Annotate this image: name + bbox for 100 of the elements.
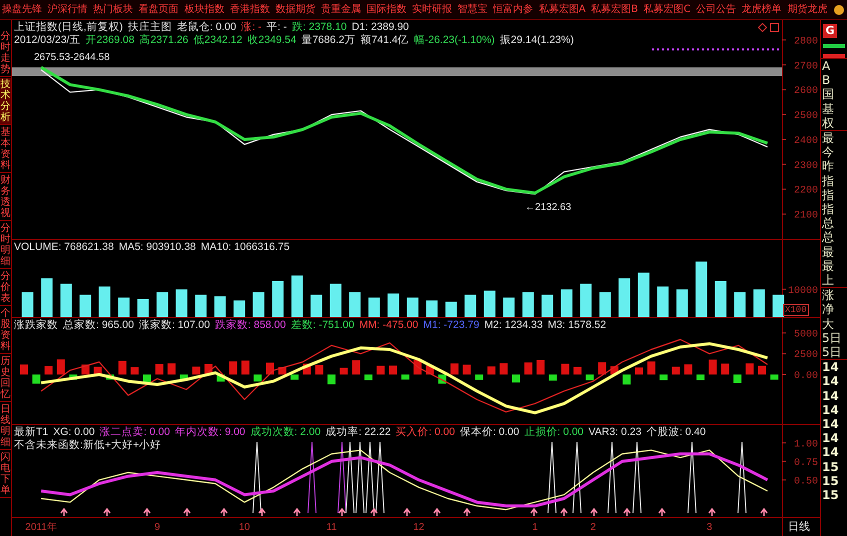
side-tab[interactable]: 分价表	[0, 270, 11, 306]
volume-bar	[560, 289, 572, 317]
indicator-value: 个股波: 0.40	[646, 426, 706, 438]
menu-item[interactable]: 国际指数	[366, 2, 406, 16]
indicator-value: 涨跌家数	[14, 319, 58, 331]
menu-item[interactable]: 看盘页面	[138, 2, 179, 16]
menu-item[interactable]: 沪深行情	[48, 2, 88, 16]
indicator-value: VOLUME: 768621.38	[14, 241, 114, 253]
volume-bar	[330, 284, 342, 317]
volume-bar	[195, 294, 207, 317]
quote-row-label: 14	[821, 445, 840, 460]
volume-bar	[41, 278, 53, 317]
menu-item[interactable]: 私募宏图C	[644, 2, 691, 16]
volume-bar	[60, 284, 72, 317]
indicator-value: 涨家数: 107.00	[138, 319, 210, 331]
volume-bar	[388, 294, 400, 317]
quote-row-label: 净	[821, 302, 835, 317]
quote-row-label: 上	[821, 273, 835, 288]
indicator-value: 成功率: 22.22	[326, 426, 391, 438]
volume-bar	[98, 286, 110, 317]
axis-label: 11	[326, 522, 337, 533]
menu-item[interactable]: 龙虎榜单	[742, 2, 782, 16]
volume-bar	[349, 292, 361, 317]
volume-bar	[80, 294, 92, 317]
menu-item[interactable]: 期货龙虎	[787, 2, 828, 16]
side-tab[interactable]: 技术分析	[0, 78, 11, 125]
indicator-value: 涨: -	[241, 21, 262, 33]
volume-bar	[234, 300, 246, 317]
unit-label: X100	[783, 304, 809, 316]
square-icon[interactable]	[770, 23, 779, 32]
volume-bar	[368, 298, 380, 317]
quote-row-label: 国	[821, 87, 835, 102]
side-tab[interactable]: 个股资料	[0, 307, 11, 354]
menu-item[interactable]: 香港指数	[230, 2, 270, 16]
quote-row-label: 总	[821, 230, 835, 245]
volume-bar	[580, 284, 592, 317]
volume-bar	[118, 298, 130, 317]
quote-row-label: 15	[821, 460, 840, 474]
side-tab[interactable]: 分时明细	[0, 222, 11, 269]
quote-row-label: 5日	[821, 345, 843, 360]
indicator-value: 最新T1	[14, 426, 48, 438]
volume-bar	[464, 294, 476, 317]
axis-label: 2100	[794, 210, 818, 222]
indicator-value: 年内次数: 9.00	[175, 426, 246, 438]
quote-row-label: 权	[821, 116, 835, 130]
quote-row-label: 指	[821, 174, 835, 188]
indicator-value: 差数: -751.00	[290, 319, 354, 331]
diamond-icon[interactable]	[758, 23, 767, 32]
quote-row-label: 涨	[821, 288, 835, 302]
menu-item[interactable]: 板块指数	[184, 2, 224, 16]
quote-row-label: 最	[821, 258, 835, 274]
app-logo-icon[interactable]	[832, 2, 845, 16]
volume-bar	[522, 292, 534, 317]
quote-row-label: 14	[821, 360, 840, 374]
axis-label: 0.00	[794, 371, 818, 382]
axis-label: 2011年	[25, 522, 57, 533]
menu-item[interactable]: 数据期货	[275, 2, 316, 16]
indicator-value: MA10: 1066316.75	[200, 241, 290, 253]
indicator-value: 高2371.26	[139, 34, 188, 46]
side-tab[interactable]: 基本资料	[0, 126, 11, 173]
menu-item[interactable]: 实时研报	[412, 2, 452, 16]
side-tab[interactable]: 分时走势	[0, 30, 11, 77]
quote-row-label: 14	[821, 431, 840, 446]
menu-item[interactable]: 热门板块	[93, 2, 134, 16]
price-label: 2675.53-2644.58	[34, 52, 110, 63]
indicator-value: 止损价: 0.00	[524, 426, 584, 438]
axis-label: 5000	[794, 329, 818, 340]
quote-row-label: 14	[821, 417, 840, 432]
quote-row-label: 今	[821, 145, 835, 160]
quote-row-label: 指	[821, 188, 835, 202]
side-tab[interactable]: 历史回忆	[0, 355, 11, 402]
indicator-value: 跌: 2378.10	[292, 21, 347, 33]
menu-item[interactable]: 私募宏图B	[591, 2, 638, 16]
menu-item[interactable]: 智慧宝	[458, 2, 488, 16]
quote-row-label: 14	[821, 388, 840, 403]
volume-bar	[657, 286, 669, 317]
axis-label: 2800	[794, 36, 818, 48]
menu-item[interactable]: 贵重金属	[320, 2, 361, 16]
volume-bar	[272, 281, 284, 317]
side-tab[interactable]: 财务透视	[0, 174, 11, 221]
volume-bar	[156, 292, 168, 317]
menu-item[interactable]: 操盘先锋	[2, 2, 42, 16]
axis-label: 2200	[794, 186, 818, 197]
side-tab[interactable]: 日线明细	[0, 403, 11, 450]
quote-row-label: 15	[821, 488, 840, 502]
quote-row-label: 14	[821, 374, 840, 389]
axis-label: 0.50	[794, 476, 818, 488]
indicator-value: 扶庄主图	[128, 21, 172, 33]
axis-label: 1.00	[794, 439, 818, 450]
quote-row-label: 昨	[821, 159, 835, 174]
axis-label: 2300	[794, 160, 818, 172]
volume-bar	[753, 289, 765, 317]
volume-bar	[599, 292, 611, 317]
g-badge[interactable]: G	[823, 24, 837, 38]
volume-bar	[310, 294, 322, 317]
menu-item[interactable]: 私募宏图A	[538, 2, 586, 16]
menu-item[interactable]: 恒富内参	[493, 2, 534, 16]
indicator-value: 总家数: 965.00	[63, 319, 134, 331]
side-tab[interactable]: 闪电下单	[0, 451, 11, 498]
menu-item[interactable]: 公司公告	[696, 2, 736, 16]
